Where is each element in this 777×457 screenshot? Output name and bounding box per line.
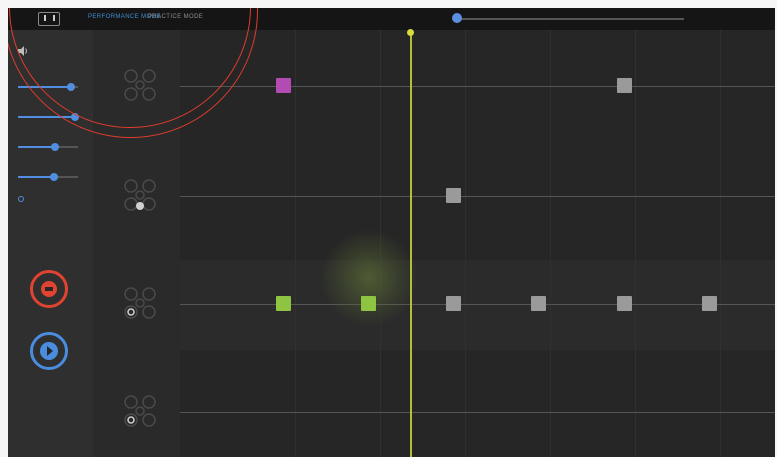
- sampler-pad-icon[interactable]: [118, 392, 162, 432]
- note-block[interactable]: [446, 296, 461, 311]
- track-line[interactable]: [180, 304, 775, 305]
- progress-slider-thumb[interactable]: [452, 13, 462, 23]
- track-line[interactable]: [180, 86, 775, 87]
- record-icon: [41, 281, 57, 297]
- slider-thumb[interactable]: [50, 173, 58, 181]
- grid-line: [465, 30, 466, 457]
- note-highlight-glow: [321, 230, 417, 326]
- sequencer-app: PERFORMANCE MODE PRACTICE MODE: [8, 8, 775, 457]
- play-button[interactable]: [30, 332, 68, 370]
- volume-slider[interactable]: [18, 173, 78, 181]
- track-line[interactable]: [180, 412, 775, 413]
- track-line[interactable]: [180, 196, 775, 197]
- playhead-handle[interactable]: [407, 29, 414, 36]
- sidebar-toggle[interactable]: [18, 196, 28, 202]
- note-block[interactable]: [276, 78, 291, 93]
- note-block[interactable]: [531, 296, 546, 311]
- slider-fill: [18, 146, 56, 148]
- grid-line: [720, 30, 721, 457]
- note-block[interactable]: [446, 188, 461, 203]
- note-block[interactable]: [361, 296, 376, 311]
- note-block[interactable]: [276, 296, 291, 311]
- note-block[interactable]: [617, 78, 632, 93]
- grid-line: [635, 30, 636, 457]
- slider-thumb[interactable]: [51, 143, 60, 151]
- slider-fill: [18, 176, 54, 178]
- sampler-pad-icon[interactable]: [118, 284, 162, 324]
- play-icon: [40, 342, 58, 360]
- record-button[interactable]: [30, 270, 68, 308]
- note-block[interactable]: [617, 296, 632, 311]
- sampler-pad-icon[interactable]: [118, 176, 162, 216]
- note-block[interactable]: [702, 296, 717, 311]
- grid-line: [550, 30, 551, 457]
- active-track-band: [180, 260, 775, 350]
- toggle-indicator: [18, 196, 24, 202]
- playhead-line[interactable]: [410, 32, 412, 457]
- volume-slider[interactable]: [18, 143, 78, 151]
- progress-slider-track[interactable]: [456, 18, 684, 20]
- grid-line: [295, 30, 296, 457]
